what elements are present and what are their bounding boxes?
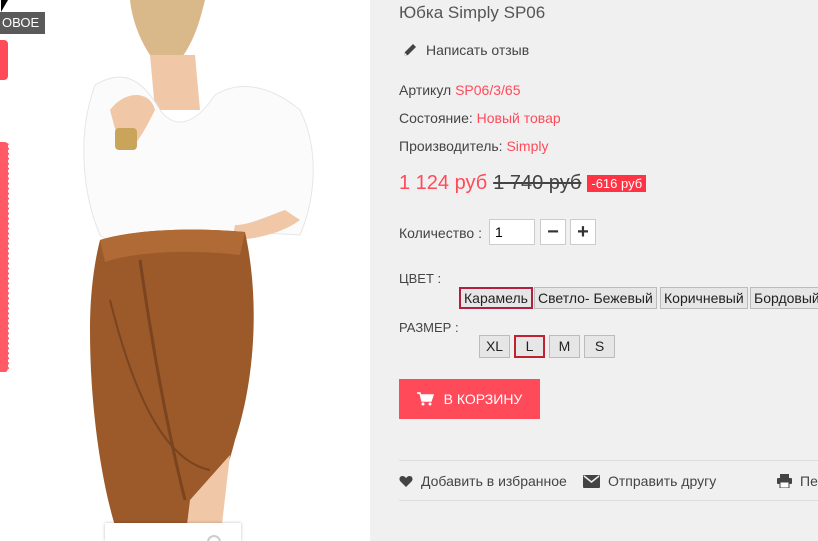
condition-value: Новый товар xyxy=(476,110,561,126)
print-link[interactable]: Пе xyxy=(777,473,818,489)
side-scroll-strip[interactable] xyxy=(0,142,9,372)
condition-row: Состояние: Новый товар xyxy=(399,110,561,126)
send-to-friend-label: Отправить другу xyxy=(608,473,717,489)
color-label: ЦВЕТ : xyxy=(399,271,442,286)
envelope-icon xyxy=(583,474,600,488)
add-to-wishlist-link[interactable]: Добавить в избранное xyxy=(399,473,567,489)
divider-top xyxy=(399,460,818,461)
discount-badge: -616 руб xyxy=(587,175,647,192)
size-option-s[interactable]: S xyxy=(584,335,615,358)
heart-icon xyxy=(399,475,413,487)
add-to-cart-button[interactable]: В КОРЗИНУ xyxy=(399,379,540,419)
manufacturer-link[interactable]: Simply xyxy=(506,138,548,154)
product-image-panel: ОВОЕ xyxy=(0,0,370,541)
sku-value: SP06/3/65 xyxy=(455,82,521,98)
mouse-cursor-icon xyxy=(1,0,8,12)
add-to-cart-label: В КОРЗИНУ xyxy=(443,391,523,407)
size-option-xl[interactable]: XL xyxy=(479,335,510,358)
manufacturer-row: Производитель: Simply xyxy=(399,138,548,154)
zoom-icon[interactable] xyxy=(207,535,221,541)
add-to-wishlist-label: Добавить в избранное xyxy=(421,473,567,489)
thumbnail-strip[interactable] xyxy=(105,523,241,541)
size-label: РАЗМЕР : xyxy=(399,320,459,335)
color-option-light-beige[interactable]: Светло- Бежевый xyxy=(534,287,657,309)
review-label: Написать отзыв xyxy=(426,42,530,58)
quantity-label: Количество : xyxy=(399,225,482,241)
quantity-decrease-button[interactable]: − xyxy=(540,219,566,245)
color-option-caramel[interactable]: Карамель xyxy=(459,287,533,309)
print-icon xyxy=(777,474,792,488)
sku-row: Артикул SP06/3/65 xyxy=(399,82,520,98)
send-to-friend-link[interactable]: Отправить другу xyxy=(583,473,716,489)
new-badge: ОВОЕ xyxy=(0,12,46,34)
write-review-link[interactable]: Написать отзыв xyxy=(403,42,529,58)
print-label: Пе xyxy=(800,473,818,489)
divider-bottom xyxy=(399,500,818,501)
size-option-m[interactable]: M xyxy=(549,335,580,358)
color-option-brown[interactable]: Коричневый xyxy=(660,287,748,309)
sku-label: Артикул xyxy=(399,82,452,98)
manufacturer-label: Производитель: xyxy=(399,138,503,154)
pencil-icon xyxy=(404,44,416,56)
product-title: Юбка Simply SP06 xyxy=(399,3,546,22)
old-price: 1 740 руб xyxy=(493,172,582,194)
condition-label: Состояние: xyxy=(399,110,473,126)
cart-icon xyxy=(416,392,434,406)
side-action-button[interactable] xyxy=(0,40,8,80)
size-option-l[interactable]: L xyxy=(514,335,545,358)
quantity-increase-button[interactable]: + xyxy=(570,219,596,245)
current-price: 1 124 руб xyxy=(399,172,488,194)
quantity-input[interactable] xyxy=(489,219,535,245)
color-option-burgundy[interactable]: Бордовый xyxy=(750,287,818,309)
price-row: 1 124 руб 1 740 руб -616 руб xyxy=(399,172,647,195)
product-photo[interactable] xyxy=(0,0,370,541)
